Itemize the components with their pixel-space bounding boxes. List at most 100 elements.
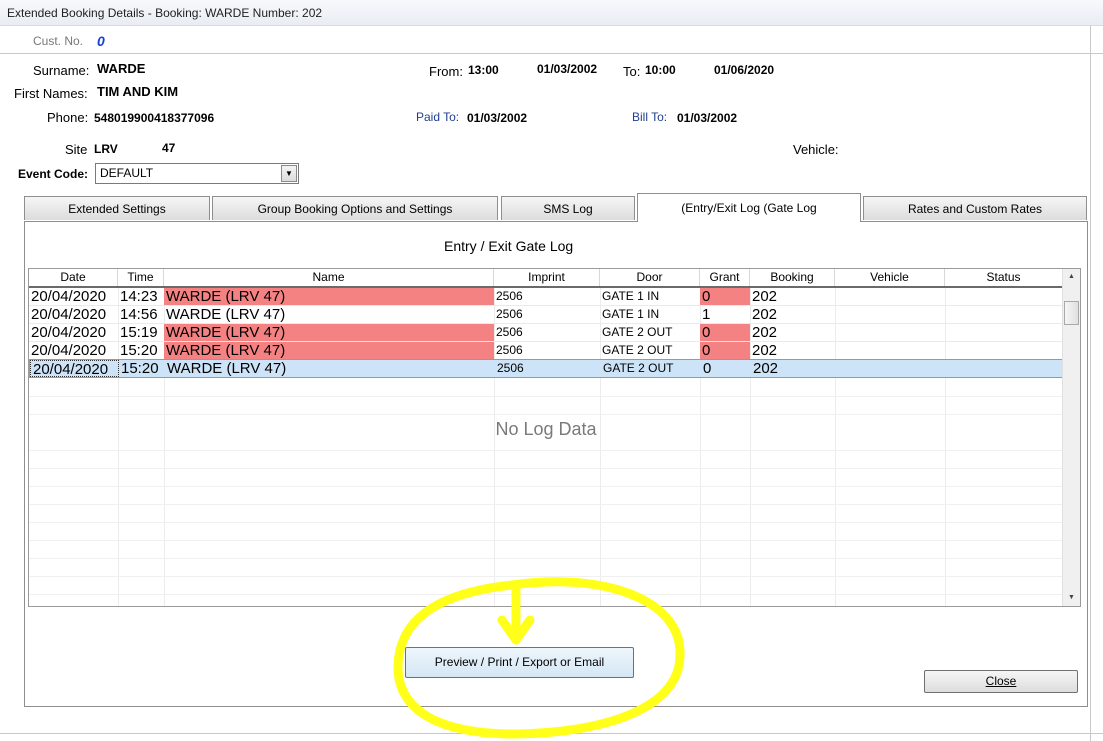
cell-door: GATE 2 OUT: [602, 325, 673, 339]
scroll-up-icon[interactable]: ▲: [1063, 269, 1080, 285]
grid-line: [29, 450, 1063, 451]
event-code-label: Event Code:: [18, 167, 89, 181]
grid-header: Date Time Name Imprint Door Grant Bookin…: [29, 269, 1063, 288]
cell-time: 15:19: [120, 324, 158, 341]
to-time: 10:00: [645, 63, 676, 77]
grid-line: [29, 594, 1063, 595]
table-row[interactable]: 20/04/2020 14:56 WARDE (LRV 47) 2506 GAT…: [29, 306, 1063, 324]
phone-label: Phone:: [47, 110, 89, 125]
tab-rates[interactable]: Rates and Custom Rates: [863, 196, 1087, 220]
cell-door: GATE 2 OUT: [602, 343, 673, 357]
tab-entry-exit-log[interactable]: (Entry/Exit Log (Gate Log: [637, 193, 861, 222]
tab-label: SMS Log: [543, 202, 593, 216]
grid-line: [29, 486, 1063, 487]
cell-grant: 0: [700, 342, 750, 359]
tab-extended-settings[interactable]: Extended Settings: [24, 196, 210, 220]
tab-label: (Entry/Exit Log (Gate Log: [681, 201, 817, 215]
column-header-status[interactable]: Status: [945, 269, 1063, 286]
table-row[interactable]: 20/04/2020 14:23 WARDE (LRV 47) 2506 GAT…: [29, 288, 1063, 306]
chevron-down-icon[interactable]: ▼: [281, 165, 297, 182]
header-divider: [0, 53, 1103, 54]
cell-grant: 0: [700, 324, 750, 341]
column-header-date[interactable]: Date: [29, 269, 118, 286]
grid-line: [29, 558, 1063, 559]
cell-imprint: 2506: [497, 361, 524, 375]
gate-log-grid[interactable]: Date Time Name Imprint Door Grant Bookin…: [28, 268, 1081, 607]
cell-date: 20/04/2020: [31, 342, 107, 359]
grid-line: [29, 414, 1063, 415]
grid-line: [29, 576, 1063, 577]
footer-divider: [0, 733, 1103, 734]
from-label: From:: [429, 64, 463, 79]
column-header-time[interactable]: Time: [118, 269, 164, 286]
tab-sms-log[interactable]: SMS Log: [501, 196, 635, 220]
cell-name: WARDE (LRV 47): [164, 342, 494, 359]
cell-imprint: 2506: [496, 325, 523, 339]
first-names-label: First Names:: [14, 86, 88, 101]
bill-to-label: Bill To:: [632, 110, 668, 124]
close-button[interactable]: Close: [924, 670, 1078, 693]
table-row-selected[interactable]: 20/04/2020 15:20 WARDE (LRV 47) 2506 GAT…: [29, 359, 1063, 378]
cell-time: 14:56: [120, 306, 158, 323]
window-title: Extended Booking Details - Booking: WARD…: [7, 6, 323, 20]
scroll-down-icon[interactable]: ▼: [1063, 590, 1080, 606]
cell-door: GATE 2 OUT: [603, 361, 674, 375]
button-label: Preview / Print / Export or Email: [434, 655, 605, 669]
cell-name: WARDE (LRV 47): [166, 306, 286, 323]
grid-line: [29, 522, 1063, 523]
cell-booking: 202: [752, 324, 778, 341]
column-header-imprint[interactable]: Imprint: [494, 269, 600, 286]
to-label: To:: [623, 64, 641, 79]
window-frame: [1090, 26, 1091, 741]
event-code-value: DEFAULT: [100, 166, 154, 180]
cell-imprint: 2506: [496, 289, 523, 303]
surname-label: Surname:: [33, 63, 90, 78]
grid-line: [29, 504, 1063, 505]
surname-value: WARDE: [97, 61, 146, 76]
column-header-name[interactable]: Name: [164, 269, 494, 286]
preview-print-export-email-button[interactable]: Preview / Print / Export or Email: [405, 647, 634, 678]
column-header-grant[interactable]: Grant: [700, 269, 750, 286]
first-names-value: TIM AND KIM: [97, 84, 179, 99]
to-date: 01/06/2020: [714, 63, 775, 77]
grid-scrollbar[interactable]: ▲ ▼: [1062, 269, 1080, 606]
site-value: LRV: [94, 142, 118, 156]
cell-time: 14:23: [120, 288, 158, 305]
cust-no-label: Cust. No.: [33, 34, 84, 48]
column-header-booking[interactable]: Booking: [750, 269, 835, 286]
site-number-value: 47: [162, 141, 176, 155]
cell-date: 20/04/2020: [31, 288, 107, 305]
tab-label: Group Booking Options and Settings: [257, 202, 453, 216]
cell-door: GATE 1 IN: [602, 289, 660, 303]
table-row[interactable]: 20/04/2020 15:19 WARDE (LRV 47) 2506 GAT…: [29, 324, 1063, 342]
cell-imprint: 2506: [496, 307, 523, 321]
site-label: Site: [65, 142, 88, 157]
grid-line: [29, 540, 1063, 541]
cell-grant: 0: [700, 288, 750, 305]
cell-name: WARDE (LRV 47): [164, 324, 494, 341]
table-row[interactable]: 20/04/2020 15:20 WARDE (LRV 47) 2506 GAT…: [29, 342, 1063, 360]
cell-date: 20/04/2020: [30, 360, 119, 377]
cell-time: 15:20: [121, 360, 159, 377]
tab-label: Extended Settings: [68, 202, 166, 216]
window-title-bar: Extended Booking Details - Booking: WARD…: [0, 0, 1103, 26]
cell-time: 15:20: [120, 342, 158, 359]
cell-booking: 202: [752, 342, 778, 359]
cell-booking: 202: [752, 288, 778, 305]
scroll-thumb[interactable]: [1064, 301, 1079, 325]
event-code-select[interactable]: DEFAULT ▼: [95, 163, 299, 184]
column-header-door[interactable]: Door: [600, 269, 700, 286]
cell-grant: 1: [702, 306, 711, 323]
button-label: Close: [985, 674, 1017, 688]
grid-line: [29, 396, 1063, 397]
cust-no-value: 0: [97, 33, 105, 49]
cell-name: WARDE (LRV 47): [167, 360, 287, 377]
paid-to-label: Paid To:: [416, 110, 460, 124]
tab-label: Rates and Custom Rates: [907, 202, 1043, 216]
grid-line: [29, 468, 1063, 469]
from-time: 13:00: [468, 63, 499, 77]
column-header-vehicle[interactable]: Vehicle: [835, 269, 945, 286]
no-log-data-text: No Log Data: [495, 419, 597, 439]
cell-date: 20/04/2020: [31, 324, 107, 341]
tab-group-booking[interactable]: Group Booking Options and Settings: [212, 196, 498, 220]
